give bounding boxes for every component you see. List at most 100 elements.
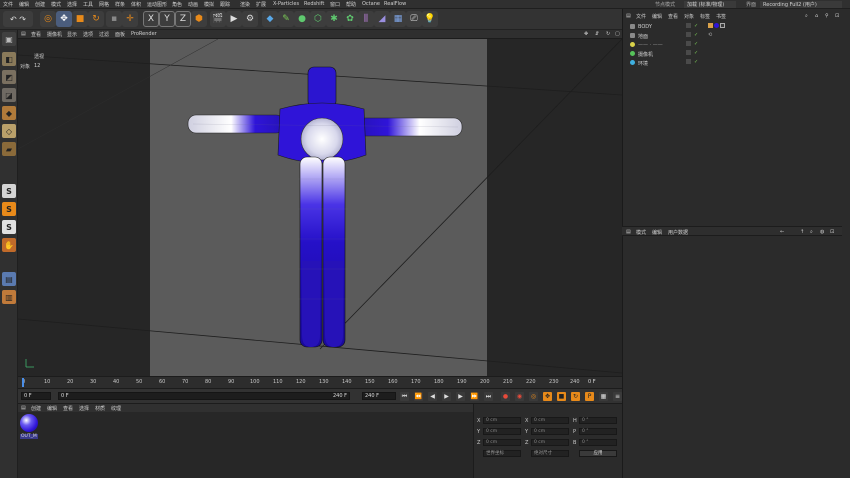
render-picture-viewer-icon[interactable]: ▶ bbox=[226, 11, 242, 27]
camera-object-icon[interactable]: ◢ bbox=[374, 11, 390, 27]
menu-mode[interactable]: 模式 bbox=[51, 1, 61, 8]
attribute-menu-userdata[interactable]: 用户数据 bbox=[668, 229, 688, 236]
visibility-toggle-icon[interactable] bbox=[686, 41, 691, 46]
coord-size-mode-dropdown[interactable]: 绝对尺寸 bbox=[531, 450, 569, 457]
attribute-menu-edit[interactable]: 编辑 bbox=[652, 229, 662, 236]
apply-button[interactable]: 应用 bbox=[579, 450, 617, 457]
object-menu-tags[interactable]: 标签 bbox=[700, 13, 710, 20]
coord-size-z-field[interactable]: 0 cm bbox=[531, 439, 569, 446]
next-frame-icon[interactable]: ▶ bbox=[456, 392, 465, 401]
video-camera-icon[interactable]: ⎚ bbox=[406, 11, 422, 27]
menu-window[interactable]: 窗口 bbox=[330, 1, 340, 8]
coord-pos-z-field[interactable]: 0 cm bbox=[483, 439, 521, 446]
light-bulb-icon[interactable]: 💡 bbox=[422, 11, 438, 27]
axis-z-button[interactable]: Z bbox=[175, 11, 191, 27]
object-new-window-icon[interactable]: ⊡ bbox=[835, 13, 839, 19]
object-menu-objects[interactable]: 对象 bbox=[684, 13, 694, 20]
material-thumbnail[interactable] bbox=[20, 414, 38, 432]
coord-rot-b-field[interactable]: 0 ° bbox=[579, 439, 617, 446]
object-search-icon[interactable]: ⌕ bbox=[805, 13, 808, 19]
material-menu-material[interactable]: 材质 bbox=[95, 405, 105, 412]
attribute-new-window-icon[interactable]: ⊡ bbox=[830, 229, 834, 235]
enabled-check-icon[interactable]: ✓ bbox=[694, 41, 698, 47]
attribute-up-icon[interactable]: ↑ bbox=[800, 229, 804, 235]
layout-dropdown[interactable]: Recording Full2 (用户) bbox=[760, 1, 842, 8]
key-parameter-icon[interactable]: P bbox=[585, 392, 594, 401]
menu-redshift[interactable]: Redshift bbox=[304, 1, 324, 7]
soft-selection-icon[interactable]: ✋ bbox=[2, 238, 16, 252]
points-mode-icon[interactable]: ◆ bbox=[2, 106, 16, 120]
attribute-menu-mode[interactable]: 模式 bbox=[636, 229, 646, 236]
end-frame-field[interactable]: 240 F bbox=[362, 392, 396, 400]
menu-animate[interactable]: 动画 bbox=[188, 1, 198, 8]
render-view-icon[interactable]: 🎬 bbox=[210, 11, 226, 27]
visibility-toggle-icon[interactable] bbox=[686, 59, 691, 64]
model-mode-icon[interactable]: ◧ bbox=[2, 52, 16, 66]
coordinate-system-icon[interactable]: ⬢ bbox=[191, 11, 207, 27]
menu-volume[interactable]: 体积 bbox=[131, 1, 141, 8]
material-menu-create[interactable]: 创建 bbox=[31, 405, 41, 412]
field-icon[interactable]: ✿ bbox=[342, 11, 358, 27]
menu-tools[interactable]: 工具 bbox=[83, 1, 93, 8]
key-rotation-icon[interactable]: ↻ bbox=[571, 392, 580, 401]
material-menu-edit[interactable]: 编辑 bbox=[47, 405, 57, 412]
menu-render[interactable]: 渲染 bbox=[240, 1, 250, 8]
perspective-viewport[interactable]: 透视 对象 12 bbox=[18, 39, 622, 376]
enabled-check-icon[interactable]: ✓ bbox=[694, 32, 698, 38]
viewport-maximize-icon[interactable]: ▢ bbox=[615, 31, 620, 37]
axis-y-button[interactable]: Y bbox=[159, 11, 175, 27]
viewport-menu-view[interactable]: 查看 bbox=[31, 31, 41, 38]
key-scale-icon[interactable]: ■ bbox=[557, 392, 566, 401]
tag-icon[interactable] bbox=[708, 23, 713, 28]
workplane-mode-icon[interactable]: ◪ bbox=[2, 88, 16, 102]
menu-character[interactable]: 角色 bbox=[172, 1, 182, 8]
viewport-move-icon[interactable]: ✥ bbox=[584, 31, 588, 37]
attribute-menu-icon[interactable]: ▤ bbox=[626, 229, 631, 235]
menu-simulate[interactable]: 模拟 bbox=[204, 1, 214, 8]
object-row-light[interactable]: —— · —— ✓ bbox=[624, 41, 838, 49]
object-menu-bookmarks[interactable]: 书签 bbox=[716, 13, 726, 20]
material-name-label[interactable]: OUT_M bbox=[20, 434, 38, 439]
menu-octane[interactable]: Octane bbox=[362, 1, 380, 7]
object-row-camera[interactable]: 摄像机 ✓ bbox=[624, 50, 838, 58]
move-tool-icon[interactable]: ✥ bbox=[56, 11, 72, 27]
material-menu-view[interactable]: 查看 bbox=[63, 405, 73, 412]
cloner-icon[interactable]: ⬡ bbox=[310, 11, 326, 27]
material-manager-area[interactable]: OUT_M bbox=[18, 412, 473, 478]
play-icon[interactable]: ▶ bbox=[442, 392, 451, 401]
material-tag-icon[interactable] bbox=[714, 23, 719, 28]
attribute-lock-icon[interactable]: ◍ bbox=[820, 229, 824, 235]
key-selection-icon[interactable]: ◎ bbox=[529, 392, 538, 401]
menu-edit[interactable]: 编辑 bbox=[19, 1, 29, 8]
coord-mode-dropdown[interactable]: 世界坐标 bbox=[483, 450, 521, 457]
object-menu-view[interactable]: 查看 bbox=[668, 13, 678, 20]
frame-range-slider[interactable]: 0 F 240 F bbox=[58, 392, 350, 400]
previous-key-icon[interactable]: ⏪ bbox=[414, 392, 423, 401]
attribute-back-icon[interactable]: ← bbox=[780, 229, 784, 235]
viewport-menu-cameras[interactable]: 摄像机 bbox=[47, 31, 62, 38]
undo-redo-icon[interactable]: ↶ ↷ bbox=[3, 11, 33, 27]
coord-size-x-field[interactable]: 0 cm bbox=[531, 417, 569, 424]
enabled-check-icon[interactable]: ✓ bbox=[694, 59, 698, 65]
texture-mode-icon[interactable]: ◩ bbox=[2, 70, 16, 84]
object-filter-icon[interactable]: ⚲ bbox=[825, 13, 829, 19]
attribute-search-icon[interactable]: ⌕ bbox=[810, 229, 813, 235]
viewport-menu-filter[interactable]: 过滤 bbox=[99, 31, 109, 38]
menu-spline[interactable]: 样条 bbox=[115, 1, 125, 8]
viewport-menu-options[interactable]: 选项 bbox=[83, 31, 93, 38]
scene-floor-icon[interactable]: ⫼ bbox=[358, 11, 374, 27]
material-menu-select[interactable]: 选择 bbox=[79, 405, 89, 412]
snap-s-secondary-icon[interactable]: S bbox=[2, 220, 16, 234]
key-pla-icon[interactable]: ▦ bbox=[599, 392, 608, 401]
viewport-menu-panel[interactable]: 面板 bbox=[115, 31, 125, 38]
make-editable-icon[interactable]: ▣ bbox=[2, 32, 16, 46]
object-home-icon[interactable]: ⌂ bbox=[815, 13, 818, 19]
object-menu-file[interactable]: 文件 bbox=[636, 13, 646, 20]
grid-viewport-icon[interactable]: ▦ bbox=[390, 11, 406, 27]
snap-s-icon[interactable]: S bbox=[2, 184, 16, 198]
object-menu-edit[interactable]: 编辑 bbox=[652, 13, 662, 20]
menu-mograph[interactable]: 运动图形 bbox=[147, 1, 167, 8]
viewport-zoom-icon[interactable]: ⇵ bbox=[595, 31, 599, 37]
viewport-menu-prorender[interactable]: ProRender bbox=[131, 31, 157, 37]
menu-extensions[interactable]: 扩展 bbox=[256, 1, 266, 8]
